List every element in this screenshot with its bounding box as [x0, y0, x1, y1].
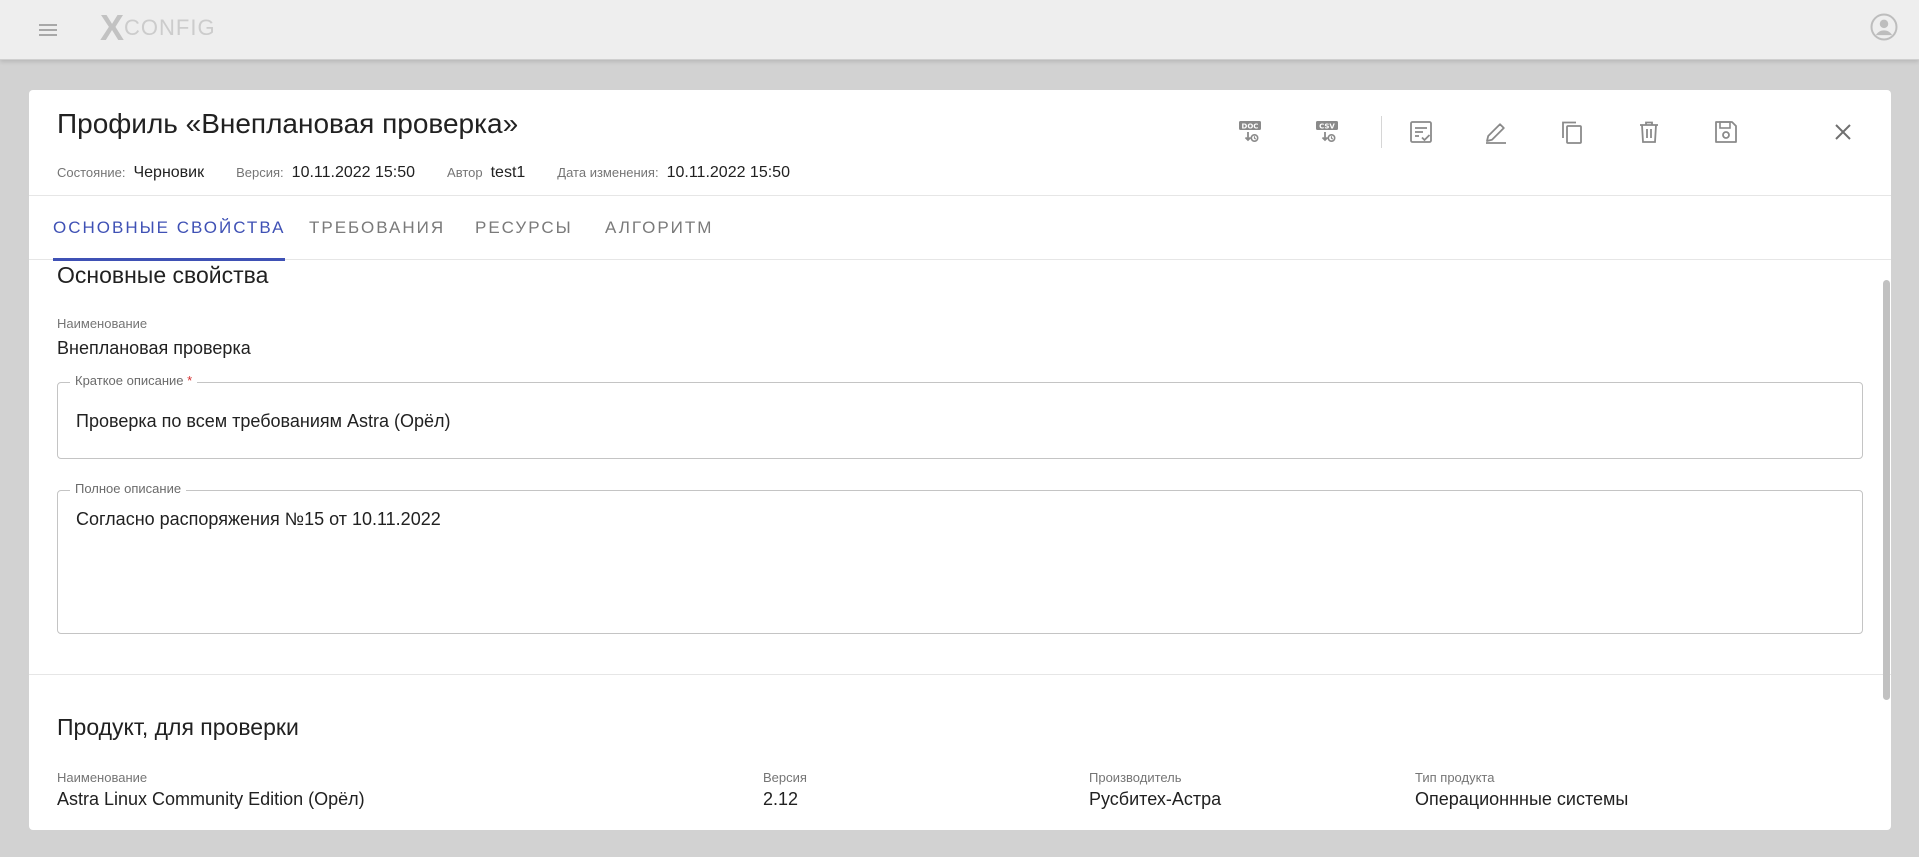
product-name-value: Astra Linux Community Edition (Орёл)	[57, 789, 365, 809]
scrollbar-thumb[interactable]	[1883, 280, 1890, 700]
edit-button[interactable]	[1476, 112, 1516, 152]
product-vendor-label: Производитель	[1089, 770, 1182, 785]
menu-icon[interactable]	[36, 18, 60, 42]
delete-button[interactable]	[1629, 112, 1669, 152]
section-divider	[29, 674, 1891, 675]
pencil-icon	[1486, 123, 1506, 144]
export-doc-button[interactable]: DOC	[1230, 112, 1270, 152]
product-type-value: Операционнные системы	[1415, 789, 1629, 809]
dialog-header: Профиль «Внеплановая проверка» Состояние…	[29, 90, 1891, 196]
meta-modified-label: Дата изменения:	[557, 165, 659, 180]
logo-text: CONFIG	[124, 15, 216, 40]
tab-resources[interactable]: РЕСУРСЫ	[475, 196, 573, 260]
meta-version-value: 10.11.2022 15:50	[291, 164, 416, 181]
meta-state-label: Состояние:	[57, 165, 126, 180]
toolbar-separator	[1381, 116, 1382, 148]
tab-content: Основные свойства Наименование Внепланов…	[29, 260, 1891, 830]
app-bar: X CONFIG	[0, 0, 1919, 60]
tab-requirements[interactable]: ТРЕБОВАНИЯ	[309, 196, 445, 260]
product-type-label: Тип продукта	[1415, 770, 1495, 785]
short-description-field[interactable]: Краткое описание * Проверка по всем треб…	[57, 373, 1863, 459]
tab-bar: ОСНОВНЫЕ СВОЙСТВА ТРЕБОВАНИЯ РЕСУРСЫ АЛГ…	[29, 196, 1891, 261]
name-label: Наименование	[57, 316, 148, 331]
app-logo: X CONFIG	[100, 7, 216, 48]
short-description-label: Краткое описание *	[70, 373, 198, 388]
content-scrollbar[interactable]	[1881, 280, 1891, 810]
export-csv-icon: CSV	[1316, 121, 1338, 142]
meta-version-label: Версия:	[236, 165, 284, 180]
trash-icon	[1640, 121, 1658, 143]
checklist-edit-icon	[1410, 121, 1432, 143]
required-mark: *	[187, 373, 193, 388]
product-version-value: 2.12	[763, 789, 799, 809]
copy-icon	[1562, 121, 1582, 144]
name-value: Внеплановая проверка	[57, 338, 251, 358]
full-description-field[interactable]: Полное описание Согласно распоряжения №1…	[57, 481, 1863, 634]
close-button[interactable]	[1823, 112, 1863, 152]
product-vendor-value: Русбитех-Астра	[1089, 789, 1222, 809]
tab-algorithm[interactable]: АЛГОРИТМ	[605, 196, 713, 260]
copy-button[interactable]	[1552, 112, 1592, 152]
product-version-label: Версия	[763, 770, 807, 785]
meta-modified-value: 10.11.2022 15:50	[666, 164, 790, 181]
meta-state-value: Черновик	[133, 164, 205, 181]
account-icon[interactable]	[1869, 12, 1899, 42]
full-description-label: Полное описание	[70, 481, 187, 496]
csv-badge-text: CSV	[1319, 123, 1335, 131]
meta-row: Состояние: Черновик Версия: 10.11.2022 1…	[57, 164, 822, 182]
section-title-main: Основные свойства	[57, 262, 269, 288]
check-list-button[interactable]	[1401, 112, 1441, 152]
profile-dialog: Профиль «Внеплановая проверка» Состояние…	[29, 90, 1891, 830]
short-description-value[interactable]: Проверка по всем требованиям Astra (Орёл…	[76, 411, 451, 432]
dialog-toolbar: DOC CSV	[29, 112, 1891, 152]
logo-mark: X	[100, 7, 124, 48]
product-name-label: Наименование	[57, 770, 148, 785]
export-csv-button[interactable]: CSV	[1307, 112, 1347, 152]
close-icon	[1835, 124, 1851, 140]
save-button[interactable]	[1706, 112, 1746, 152]
full-description-value[interactable]: Согласно распоряжения №15 от 10.11.2022	[76, 509, 441, 530]
export-doc-icon: DOC	[1239, 121, 1261, 142]
doc-badge-text: DOC	[1242, 123, 1259, 131]
floppy-icon	[1715, 121, 1737, 143]
meta-author-label: Автор	[447, 165, 483, 180]
meta-author-value: test1	[490, 164, 526, 181]
tab-main-properties[interactable]: ОСНОВНЫЕ СВОЙСТВА	[53, 196, 286, 261]
section-title-product: Продукт, для проверки	[57, 714, 299, 740]
